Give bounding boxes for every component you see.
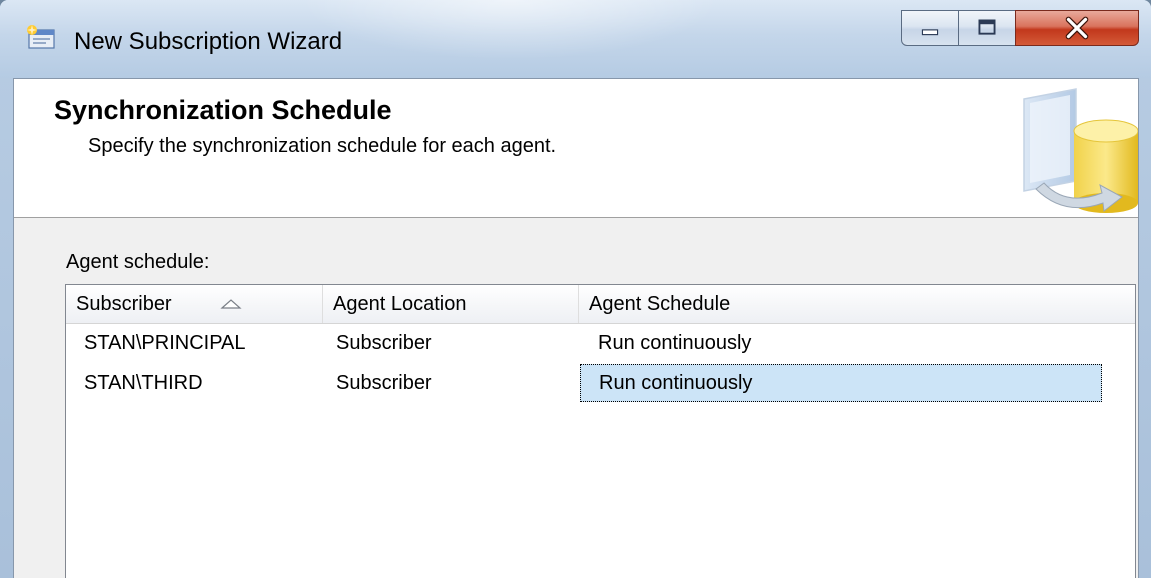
maximize-icon xyxy=(978,19,996,35)
page-title: Synchronization Schedule xyxy=(54,95,392,125)
column-header-agent-schedule[interactable]: Agent Schedule xyxy=(579,285,1135,323)
wizard-header: Synchronization Schedule Specify the syn… xyxy=(14,79,1138,218)
cell-agent-location: Subscriber xyxy=(336,372,432,394)
window-title: New Subscription Wizard xyxy=(74,28,343,55)
cell-agent-schedule[interactable]: Run continuously xyxy=(580,324,1102,362)
cell-agent-schedule-selected[interactable]: Run continuously xyxy=(580,364,1102,402)
sort-ascending-icon xyxy=(220,299,242,309)
title-bar[interactable]: New Subscription Wizard xyxy=(0,0,1151,78)
minimize-button[interactable] xyxy=(901,10,959,46)
close-button[interactable] xyxy=(1015,10,1139,46)
agent-schedule-label: Agent schedule: xyxy=(66,251,210,273)
database-wizard-graphic xyxy=(1023,88,1138,213)
table-row[interactable]: STAN\PRINCIPAL Subscriber Run continuous… xyxy=(66,324,1135,362)
table-row[interactable]: STAN\THIRD Subscriber Run continuously xyxy=(66,364,1135,402)
title-bar-glare xyxy=(300,0,720,60)
grid-header: Subscriber Agent Location Agent Schedule xyxy=(66,285,1135,324)
cell-subscriber: STAN\PRINCIPAL xyxy=(84,332,246,354)
column-header-label: Subscriber xyxy=(76,293,172,315)
caption-buttons xyxy=(901,10,1139,48)
minimize-icon xyxy=(921,29,939,36)
wizard-app-icon[interactable] xyxy=(26,25,56,49)
cell-agent-location: Subscriber xyxy=(336,332,432,354)
column-header-subscriber[interactable]: Subscriber xyxy=(66,285,323,323)
maximize-button[interactable] xyxy=(958,10,1016,46)
page-subtitle: Specify the synchronization schedule for… xyxy=(88,135,557,157)
wizard-client-area: Synchronization Schedule Specify the syn… xyxy=(13,78,1139,578)
close-icon xyxy=(1065,16,1089,40)
wizard-window: New Subscription Wizard Synchronization … xyxy=(0,0,1151,578)
agent-schedule-grid[interactable]: Subscriber Agent Location Agent Schedule… xyxy=(65,284,1136,578)
cell-subscriber: STAN\THIRD xyxy=(84,372,203,394)
column-header-agent-location[interactable]: Agent Location xyxy=(323,285,579,323)
